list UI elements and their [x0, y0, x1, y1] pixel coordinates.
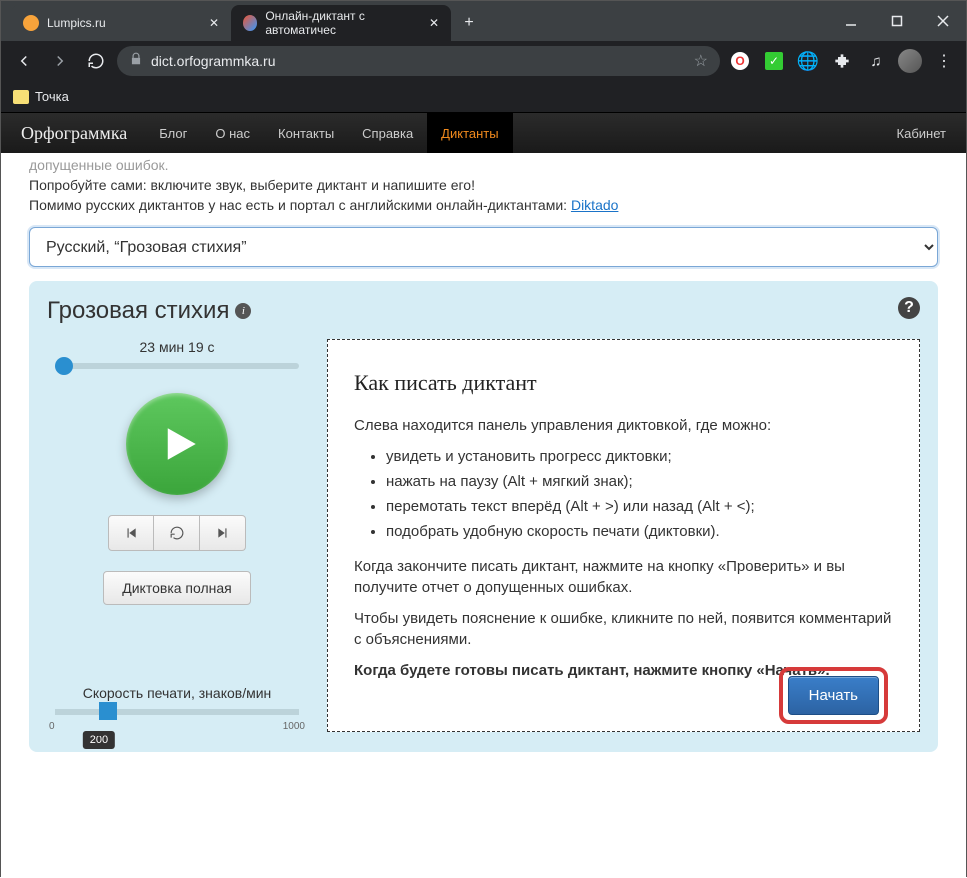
lock-icon: [129, 52, 143, 71]
player-panel: 23 мин 19 с Диктовка полная Скорость печ…: [47, 339, 307, 732]
nav-contacts[interactable]: Контакты: [264, 113, 348, 153]
intro-line-1: Попробуйте сами: включите звук, выберите…: [29, 177, 938, 193]
extension-opera-icon[interactable]: O: [726, 47, 754, 75]
cut-text: допущенные ошибок.: [29, 157, 938, 173]
skip-back-button[interactable]: [108, 515, 154, 551]
howto-p1: Слева находится панель управления диктов…: [354, 415, 893, 436]
extension-music-icon[interactable]: ♫: [862, 47, 890, 75]
howto-li4: подобрать удобную скорость печати (дикто…: [386, 521, 893, 542]
nav-blog[interactable]: Блог: [145, 113, 201, 153]
bookmarks-bar: Точка: [1, 81, 966, 113]
bookmark-item[interactable]: Точка: [35, 89, 69, 104]
speed-value-tooltip: 200: [83, 731, 115, 749]
howto-li1: увидеть и установить прогресс диктовки;: [386, 446, 893, 467]
window-titlebar: Lumpics.ru ✕ Онлайн-диктант с автоматиче…: [1, 1, 966, 41]
nav-help[interactable]: Справка: [348, 113, 427, 153]
new-tab-button[interactable]: +: [455, 9, 483, 37]
intro-2-text: Помимо русских диктантов у нас есть и по…: [29, 197, 571, 213]
close-tab-2-icon[interactable]: ✕: [429, 16, 439, 30]
favicon-2: [243, 15, 257, 31]
app-logo[interactable]: Орфограммка: [21, 123, 127, 144]
forward-button[interactable]: [45, 46, 75, 76]
dictation-select[interactable]: Русский, “Грозовая стихия”: [29, 227, 938, 267]
howto-p2: Когда закончите писать диктант, нажмите …: [354, 556, 893, 598]
folder-icon: [13, 90, 29, 104]
play-button[interactable]: [126, 393, 228, 495]
star-icon[interactable]: ☆: [694, 51, 708, 71]
profile-avatar[interactable]: [896, 47, 924, 75]
browser-toolbar: dict.orfogrammka.ru ☆ O ✓ 🌐 ♫ ⋮: [1, 41, 966, 81]
skip-forward-button[interactable]: [200, 515, 246, 551]
extension-globe-icon[interactable]: 🌐: [794, 47, 822, 75]
page-content: допущенные ошибок. Попробуйте сами: вклю…: [1, 153, 966, 878]
duration-label: 23 мин 19 с: [47, 339, 307, 355]
speed-handle[interactable]: [99, 702, 117, 720]
tab-1-title: Lumpics.ru: [47, 16, 106, 30]
tab-2-title: Онлайн-диктант с автоматичес: [265, 9, 421, 37]
speed-label: Скорость печати, знаков/мин: [47, 685, 307, 701]
extension-check-icon[interactable]: ✓: [760, 47, 788, 75]
skip-forward-icon: [216, 526, 230, 540]
info-icon[interactable]: i: [235, 303, 251, 319]
start-highlight-ring: Начать: [779, 667, 888, 724]
howto-p3: Чтобы увидеть пояснение к ошибке, кликни…: [354, 608, 893, 650]
howto-li2: нажать на паузу (Alt + мягкий знак);: [386, 471, 893, 492]
window-close-button[interactable]: [920, 1, 966, 41]
browser-menu-button[interactable]: ⋮: [930, 47, 958, 75]
browser-tab-1[interactable]: Lumpics.ru ✕: [11, 5, 231, 41]
dictation-card: Грозовая стихия i ? 23 мин 19 с Диктовка…: [29, 281, 938, 752]
play-icon: [159, 423, 201, 465]
intro-line-2: Помимо русских диктантов у нас есть и по…: [29, 197, 938, 213]
nav-dictations[interactable]: Диктанты: [427, 113, 512, 153]
skip-back-icon: [124, 526, 138, 540]
start-button[interactable]: Начать: [788, 676, 879, 715]
reload-button[interactable]: [81, 46, 111, 76]
howto-li3: перемотать текст вперёд (Alt + >) или на…: [386, 496, 893, 517]
progress-slider[interactable]: [55, 363, 299, 369]
help-icon[interactable]: ?: [898, 297, 920, 319]
repeat-button[interactable]: [154, 515, 200, 551]
card-title: Грозовая стихия: [47, 297, 229, 325]
full-dictation-button[interactable]: Диктовка полная: [103, 571, 251, 605]
browser-tab-2[interactable]: Онлайн-диктант с автоматичес ✕: [231, 5, 451, 41]
address-bar[interactable]: dict.orfogrammka.ru ☆: [117, 46, 720, 76]
howto-title: Как писать диктант: [354, 368, 893, 399]
url-text: dict.orfogrammka.ru: [151, 53, 686, 69]
speed-slider[interactable]: 200: [55, 709, 299, 715]
extensions-menu-icon[interactable]: [828, 47, 856, 75]
speed-min: 0: [49, 721, 55, 732]
nav-about[interactable]: О нас: [201, 113, 264, 153]
nav-cabinet[interactable]: Кабинет: [897, 126, 946, 141]
favicon-1: [23, 15, 39, 31]
window-minimize-button[interactable]: [828, 1, 874, 41]
window-maximize-button[interactable]: [874, 1, 920, 41]
diktado-link[interactable]: Diktado: [571, 197, 618, 213]
progress-handle[interactable]: [55, 357, 73, 375]
app-navbar: Орфограммка Блог О нас Контакты Справка …: [1, 113, 966, 153]
back-button[interactable]: [9, 46, 39, 76]
close-tab-1-icon[interactable]: ✕: [209, 16, 219, 30]
speed-max: 1000: [283, 721, 305, 732]
repeat-icon: [170, 526, 184, 540]
